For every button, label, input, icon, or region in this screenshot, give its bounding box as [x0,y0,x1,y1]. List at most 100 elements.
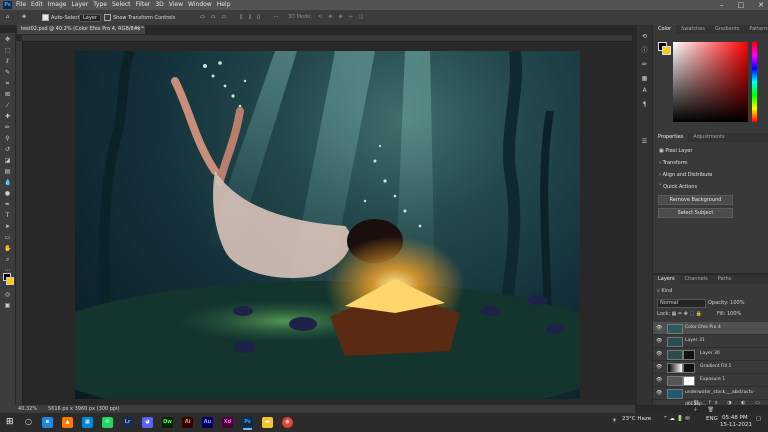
home-icon[interactable]: ⌂ [6,14,9,21]
visibility-eye-icon[interactable]: 👁 [656,374,662,386]
screen-mode-icon[interactable]: ▣ [4,302,11,309]
visibility-eye-icon[interactable]: 👁 [656,322,662,334]
swatch-icon[interactable]: ▦ [641,75,648,82]
brush-settings-icon[interactable]: ✏ [641,61,648,68]
search-icon[interactable]: ○ [25,417,32,426]
blur-tool-icon[interactable]: 💧 [4,179,11,186]
visibility-eye-icon[interactable]: 👁 [656,348,662,360]
tab-channels[interactable]: Channels [680,275,713,284]
zoom-tool-icon[interactable]: ⌕ [4,256,11,263]
align-icons[interactable]: ▭▭▭ ▯▯▯ ⋯ [200,14,285,21]
tab-layers[interactable]: Layers [653,275,680,284]
move-tool-icon[interactable]: ✥ [4,36,11,43]
layer-row[interactable]: 👁 Color Efex Pro 4 [653,322,768,335]
section-align[interactable]: › Align and Distribute [659,172,712,178]
3d-mode-icons[interactable]: ⟲✥✥⇔◫ [318,14,369,21]
menu-edit[interactable]: Edit [31,0,43,10]
info-icon[interactable]: ⓘ [641,47,648,54]
lasso-tool-icon[interactable]: ℓ [4,58,11,65]
language-indicator[interactable]: ENG [706,416,718,422]
document-tab[interactable]: test02.psd @ 40.2% (Color Efex Pro 4, RG… [17,25,145,34]
dodge-tool-icon[interactable]: ● [4,190,11,197]
close-button[interactable]: ✕ [758,0,764,10]
maximize-button[interactable]: □ [738,0,745,10]
frame-tool-icon[interactable]: ⊠ [4,91,11,98]
section-quick-actions[interactable]: ˅ Quick Actions [659,184,697,190]
quick-select-icon[interactable]: ✎ [4,69,11,76]
tab-gradients[interactable]: Gradients [710,25,744,34]
zoom-level[interactable]: 40.32% [18,405,37,413]
menu-3d[interactable]: 3D [155,0,163,10]
minimize-button[interactable]: – [720,0,724,10]
history-icon[interactable]: ⟲ [641,33,648,40]
menu-select[interactable]: Select [112,0,131,10]
xd-icon[interactable]: Xd [222,417,233,428]
opacity-value[interactable]: 100% [730,300,744,306]
close-tab-icon[interactable]: × [137,25,141,34]
gradient-tool-icon[interactable]: ▤ [4,168,11,175]
photoshop-taskbar-icon[interactable]: Ps [242,417,253,428]
notifications-icon[interactable]: ▢ [756,416,761,422]
shape-tool-icon[interactable]: ▭ [4,234,11,241]
layer-row[interactable]: 👁 Gradient Fill 1 [653,361,768,374]
document-info[interactable]: 5616 px x 3960 px (300 ppi) [48,405,119,413]
pen-tool-icon[interactable]: ✒ [4,201,11,208]
visibility-eye-icon[interactable]: 👁 [656,387,662,399]
whatsapp-icon[interactable]: ✆ [102,417,113,428]
blend-mode-select[interactable]: Normal [657,299,706,308]
windows-start-icon[interactable]: ⊞ [6,417,14,427]
file-explorer-icon[interactable]: ▦ [82,417,93,428]
menu-window[interactable]: Window [188,0,212,10]
healing-brush-icon[interactable]: ✚ [4,113,11,120]
background-color-swatch[interactable] [6,277,14,285]
properties-icon[interactable]: ☰ [641,138,648,145]
discord-icon[interactable]: ◕ [142,417,153,428]
history-brush-icon[interactable]: ↺ [4,146,11,153]
menu-help[interactable]: Help [217,0,231,10]
clock-date[interactable]: 15-11-2021 [720,422,752,428]
menu-layer[interactable]: Layer [71,0,88,10]
menu-image[interactable]: Image [48,0,67,10]
tab-swatches[interactable]: Swatches [676,25,710,34]
layer-row[interactable]: 👁 Exposure 1 [653,374,768,387]
auto-select-checkbox[interactable]: Auto-Select: [42,14,82,21]
clock-time[interactable]: 05:48 PM [722,415,748,421]
fill-value[interactable]: 100% [727,311,741,317]
transform-controls-checkbox[interactable]: Show Transform Controls [104,14,175,21]
tab-color[interactable]: Color [653,25,677,34]
illustrator-icon[interactable]: Ai [182,417,193,428]
lock-controls[interactable]: Lock: ▦ ✏ ✥ ⬚ 🔒 [657,311,702,317]
marquee-tool-icon[interactable]: ⬚ [4,47,11,54]
opacity-control[interactable]: Opacity: 100% [708,300,744,306]
menu-file[interactable]: File [16,0,26,10]
move-tool-icon[interactable]: ✥ [22,14,26,21]
auto-select-dropdown[interactable]: Layer [79,14,101,22]
menu-filter[interactable]: Filter [136,0,151,10]
background-color-chip[interactable] [662,46,671,55]
crop-tool-icon[interactable]: ⌗ [4,80,11,87]
menu-view[interactable]: View [169,0,183,10]
path-select-icon[interactable]: ➤ [4,223,11,230]
menu-type[interactable]: Type [93,0,107,10]
folder-icon[interactable]: ▬ [262,417,273,428]
filter-kind[interactable]: ⌕ Kind [657,288,672,294]
layer-actions[interactable]: ⛓ fx ◑ ◐ ▭ ＋ 🗑 [693,400,768,413]
chrome-icon[interactable]: ◉ [282,417,293,428]
vlc-icon[interactable]: ▲ [62,417,73,428]
layer-row[interactable]: 👁 Layer 30 [653,348,768,361]
document-canvas-image[interactable] [75,51,580,399]
tray-icons[interactable]: ⌃ ☁ 🔋 ✉ [663,416,690,422]
quick-mask-icon[interactable]: ◎ [4,291,11,298]
dreamweaver-icon[interactable]: Dw [162,417,173,428]
lightroom-icon[interactable]: Lr [122,417,133,428]
tab-adjustments[interactable]: Adjustments [688,133,729,142]
edge-icon[interactable]: e [42,417,53,428]
visibility-eye-icon[interactable]: 👁 [656,335,662,347]
brush-tool-icon[interactable]: ✏ [4,124,11,131]
tab-paths[interactable]: Paths [713,275,737,284]
paragraph-icon[interactable]: ¶ [641,101,648,108]
layer-row[interactable]: 👁 underwater_stock___abstracts-d6E5iqr..… [653,387,768,407]
tab-properties[interactable]: Properties [653,133,689,142]
audition-icon[interactable]: Au [202,417,213,428]
remove-background-button[interactable]: Remove Background [658,195,733,205]
